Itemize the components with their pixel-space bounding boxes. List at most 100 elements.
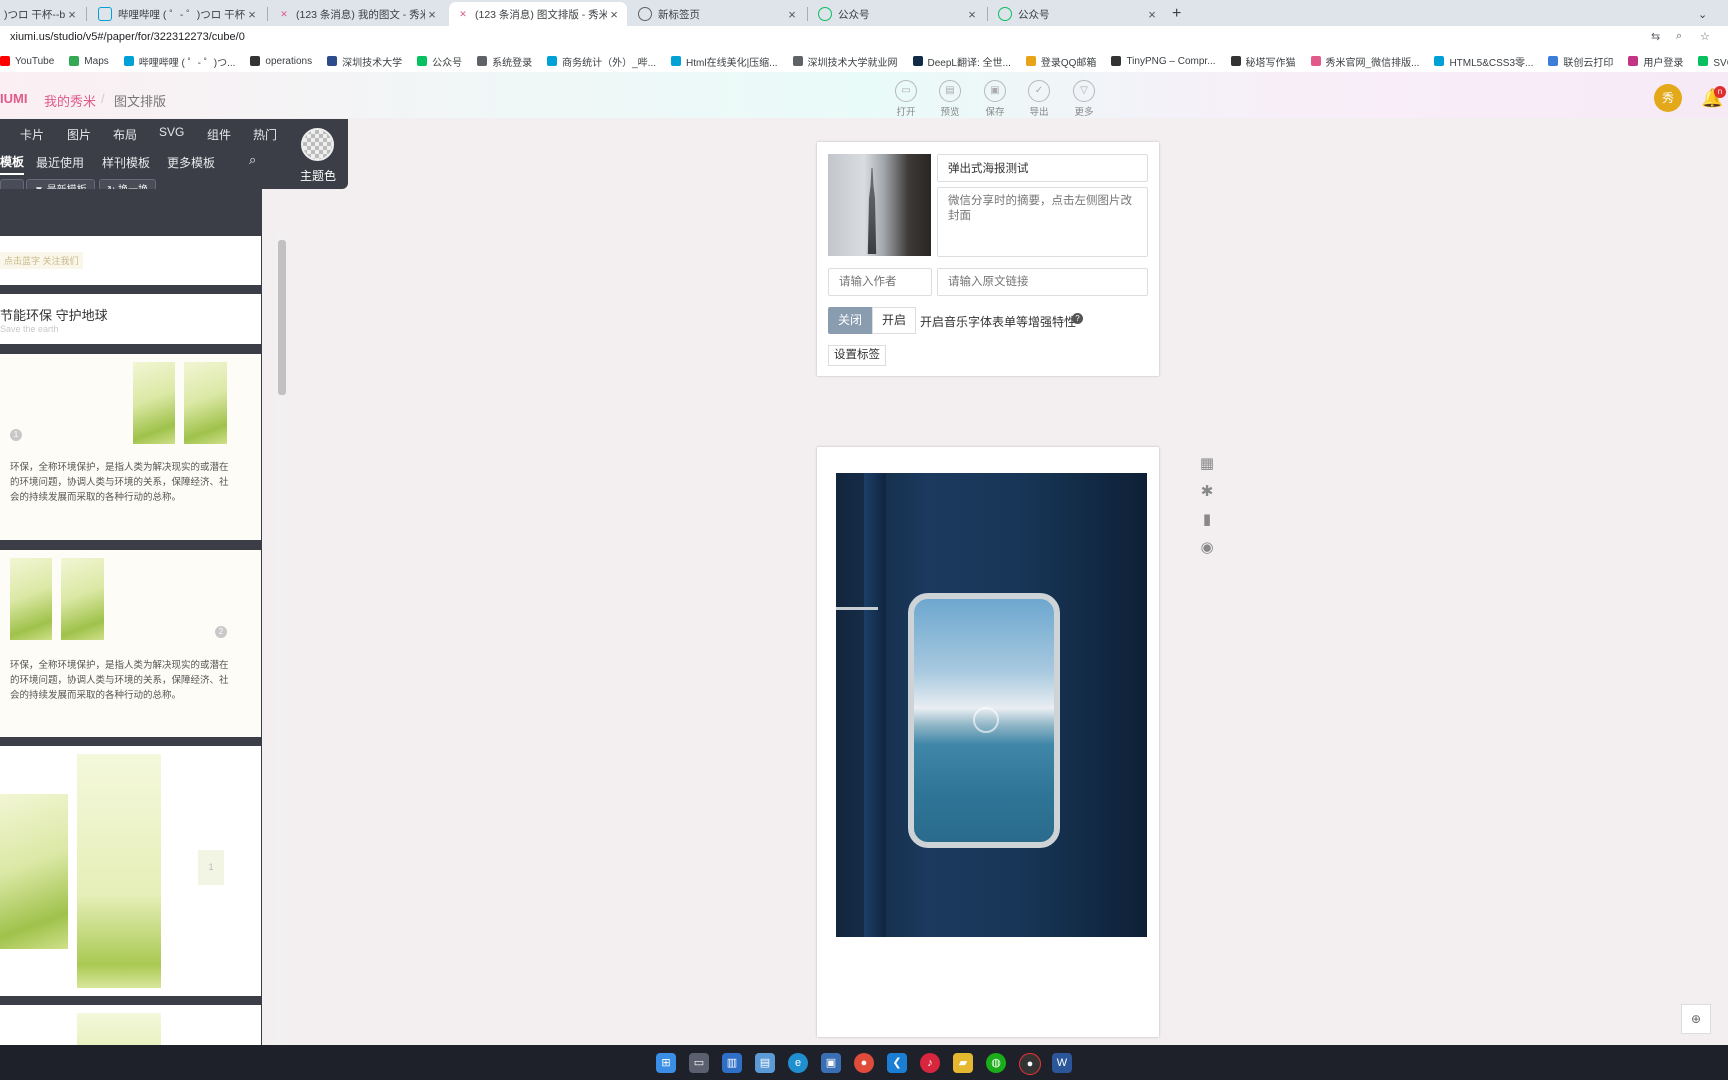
globe-icon [638,7,652,21]
close-icon[interactable]: × [245,7,259,22]
category-hot[interactable]: 热门 [253,126,277,143]
summary-textarea[interactable] [937,187,1148,257]
help-icon[interactable]: ? [1072,313,1083,324]
vscode-icon[interactable]: ❮ [887,1053,907,1073]
bookmark-star-icon[interactable]: ☆ [1700,30,1710,43]
avatar[interactable]: 秀 [1654,84,1682,112]
bookmark-item[interactable]: 哔哩哔哩 ( ゜- ゜)つ... [123,54,235,69]
bookmark-item[interactable]: SVG动画教程 | 微... [1698,54,1728,69]
bookmark-item[interactable]: HTML5&CSS3零... [1434,54,1533,69]
subtab-more[interactable]: 更多模板 [167,154,215,171]
bookmark-item[interactable]: 联创云打印 [1548,54,1613,69]
close-icon[interactable]: × [65,7,79,22]
category-component[interactable]: 组件 [207,126,231,143]
subtab-templates[interactable]: 模板 [0,153,25,175]
tab-bilibili-1[interactable]: )つロ 干杯--bili × [0,2,85,26]
bookmark-label: 登录QQ邮箱 [1040,57,1097,69]
grid-icon[interactable]: ▦ [1198,455,1216,473]
url-text[interactable]: xiumi.us/studio/v5#/paper/for/322312273/… [10,31,245,43]
category-layout[interactable]: 布局 [113,126,137,143]
recorder-icon[interactable]: ● [1019,1053,1041,1075]
file-explorer-icon[interactable]: ▰ [953,1053,973,1073]
bookmark-item[interactable]: 用户登录 [1628,54,1683,69]
zoom-icon[interactable]: ⌕ [1676,30,1682,43]
zoom-in-icon[interactable]: ⊕ [1681,1004,1711,1034]
scrollbar-thumb[interactable] [278,240,286,395]
subtab-recent[interactable]: 最近使用 [36,154,84,171]
bookmark-item[interactable]: 登录QQ邮箱 [1025,54,1097,69]
cover-image[interactable] [828,154,931,256]
search-icon[interactable]: ⌕ [249,152,256,168]
xiumi-logo[interactable]: IUMI [0,91,27,106]
close-icon[interactable]: × [425,7,439,22]
breadcrumb-my-xiumi[interactable]: 我的秀米 [44,91,96,110]
bookmark-item[interactable]: 深圳技术大学就业网 [792,54,898,69]
ship-window-photo[interactable] [836,473,1147,937]
bookmark-item[interactable]: operations [250,54,312,69]
notepad-icon[interactable]: ▤ [755,1053,775,1073]
bookmark-item[interactable]: YouTube [0,54,54,69]
theme-color-swatch[interactable] [301,128,334,161]
category-card[interactable]: 卡片 [20,126,44,143]
bookmark-item[interactable]: 秀米官网_微信排版... [1310,54,1419,69]
bookmark-item[interactable]: 秘塔写作猫 [1230,54,1296,69]
browser-tab-bar: )つロ 干杯--bili × 哔哩哔哩 ( ゜- ゜)つロ 干杯--bili ×… [0,0,1728,26]
close-icon[interactable]: × [607,7,621,22]
bookmark-item[interactable]: 公众号 [417,54,462,69]
tab-bilibili-2[interactable]: 哔哩哔哩 ( ゜- ゜)つロ 干杯--bili × [90,2,265,26]
save-button[interactable]: ▣ 保存 [980,80,1010,118]
gear-icon[interactable]: ✱ [1198,483,1216,501]
store-icon[interactable]: ▣ [821,1053,841,1073]
step-number: 2 [215,626,227,638]
tab-new[interactable]: 新标签页 × [630,2,805,26]
editor-canvas[interactable] [817,447,1159,1037]
chrome-icon[interactable]: ● [854,1053,874,1073]
template-card[interactable] [0,1005,261,1045]
tab-wechat-1[interactable]: 公众号 × [810,2,985,26]
bookmark-item[interactable]: 深圳技术大学 [327,54,402,69]
task-view-icon[interactable]: ▭ [689,1053,709,1073]
close-icon[interactable]: × [785,7,799,22]
bookmark-item[interactable]: 系统登录 [477,54,532,69]
template-card[interactable]: 节能环保 守护地球 Save the earth [0,294,261,344]
bookmark-item[interactable]: Maps [69,54,109,69]
close-icon[interactable]: × [1145,7,1159,22]
open-button[interactable]: ▭ 打开 [891,80,921,118]
new-tab-button[interactable]: + [1172,2,1192,26]
close-icon[interactable]: × [965,7,979,22]
more-button[interactable]: ▽ 更多 [1069,80,1099,118]
toggle-on-button[interactable]: 开启 [872,307,916,334]
source-link-input[interactable] [937,268,1148,296]
bookmark-item[interactable]: TinyPNG – Compr... [1111,54,1216,69]
tab-xiumi-my[interactable]: ✕ (123 条消息) 我的图文 - 秀米 XI × [270,2,445,26]
set-tags-button[interactable]: 设置标签 [828,345,886,366]
author-input[interactable] [828,268,932,296]
eye-icon[interactable]: ◉ [1198,539,1216,557]
bookmark-item[interactable]: Html在线美化|压缩... [671,54,778,69]
template-card[interactable]: 点击蓝字 关注我们 [0,236,261,285]
widgets-icon[interactable]: ▥ [722,1053,742,1073]
bar-chart-icon[interactable]: ▮ [1198,511,1216,529]
preview-button[interactable]: ▤ 预览 [935,80,965,118]
tab-wechat-2[interactable]: 公众号 × [990,2,1165,26]
export-button[interactable]: ✓ 导出 [1024,80,1054,118]
bookmark-item[interactable]: 商务统计（外）_哔... [547,54,656,69]
tab-xiumi-editor[interactable]: ✕ (123 条消息) 图文排版 - 秀米 XI × [449,2,627,26]
subtab-sample[interactable]: 样刊模板 [102,154,150,171]
tab-search-icon[interactable]: ⌄ [1698,2,1714,26]
toggle-off-button[interactable]: 关闭 [828,307,872,334]
template-card[interactable]: 1 环保，全称环境保护，是指人类为解决现实的或潜在的环境问题，协调人类与环境的关… [0,354,261,540]
address-bar[interactable]: xiumi.us/studio/v5#/paper/for/322312273/… [0,26,1728,50]
template-card[interactable]: 1 [0,746,261,996]
edge-icon[interactable]: e [788,1053,808,1073]
windows-start-icon[interactable]: ⊞ [656,1053,676,1073]
netease-music-icon[interactable]: ♪ [920,1053,940,1073]
category-svg[interactable]: SVG [159,125,184,139]
template-card[interactable]: 2 环保，全称环境保护，是指人类为解决现实的或潜在的环境问题，协调人类与环境的关… [0,550,261,737]
title-input[interactable] [937,154,1148,182]
word-icon[interactable]: W [1052,1053,1072,1073]
category-image[interactable]: 图片 [67,126,91,143]
translate-icon[interactable]: ⇆ [1651,30,1660,43]
bookmark-item[interactable]: DeepL翻译: 全世... [912,54,1011,69]
wechat-icon[interactable]: ◍ [986,1053,1006,1073]
